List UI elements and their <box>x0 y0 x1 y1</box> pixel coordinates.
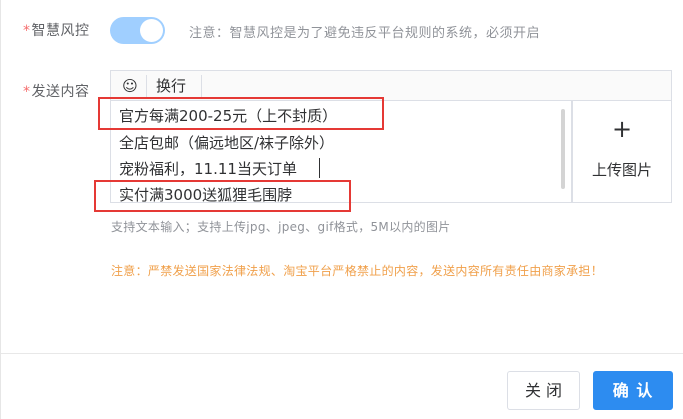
required-mark: * <box>23 84 31 100</box>
upload-image-button[interactable]: + 上传图片 <box>572 100 672 203</box>
close-button[interactable]: 关 闭 <box>507 371 580 410</box>
content-line: 全店包邮（偏远地区/袜子除外） <box>119 134 335 152</box>
content-label: *发送内容 <box>23 81 90 101</box>
toolbar-divider <box>146 75 147 97</box>
emoji-icon[interactable]: ☺ <box>117 74 143 98</box>
upload-hint: 支持文本输入；支持上传jpg、jpeg、gif格式，5M以内的图片 <box>111 220 451 234</box>
upload-image-label: 上传图片 <box>591 161 652 179</box>
toolbar-divider <box>201 75 202 97</box>
footer-divider <box>1 353 683 354</box>
content-warning: 注意：严禁发送国家法律法规、淘宝平台严格禁止的内容，发送内容所有责任由商家承担！ <box>111 264 604 278</box>
editor-toolbar: ☺ 换行 <box>110 70 672 100</box>
required-mark: * <box>23 23 31 39</box>
plus-icon: + <box>611 115 633 143</box>
confirm-button[interactable]: 确 认 <box>593 371 673 410</box>
risk-control-label-text: 智慧风控 <box>31 23 90 39</box>
highlight-box <box>94 180 351 212</box>
line-break-button[interactable]: 换行 <box>156 74 186 98</box>
text-caret <box>319 158 320 178</box>
risk-control-label: *智慧风控 <box>23 20 90 40</box>
risk-control-note: 注意：智慧风控是为了避免违反平台规则的系统，必须开启 <box>189 26 541 41</box>
dialog: *智慧风控 注意：智慧风控是为了避免违反平台规则的系统，必须开启 *发送内容 ☺… <box>0 0 683 419</box>
highlight-box <box>98 97 384 130</box>
editor-scrollbar[interactable] <box>561 109 565 189</box>
toggle-knob <box>140 19 163 42</box>
content-line: 宠粉福利，11.11当天订单 <box>119 160 297 178</box>
risk-control-toggle[interactable] <box>110 17 165 44</box>
content-label-text: 发送内容 <box>31 84 90 100</box>
